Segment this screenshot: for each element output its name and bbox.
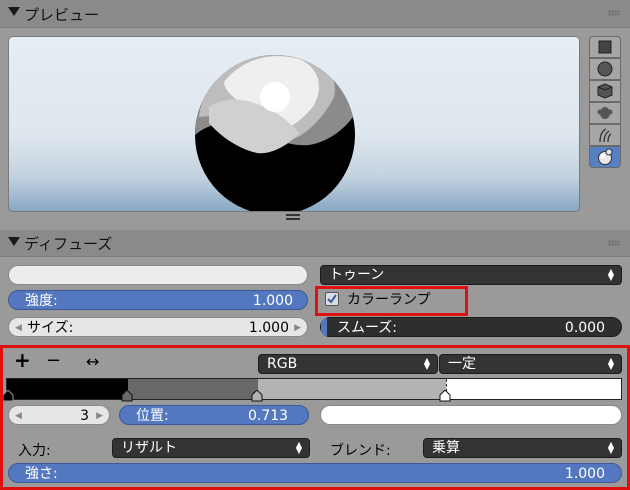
cube-icon [597, 83, 613, 99]
smooth-slider[interactable]: スムーズ: 0.000 [320, 317, 622, 337]
collapse-triangle-icon [8, 7, 20, 16]
material-preview [8, 36, 580, 212]
diffuse-shader-value: トゥーン [329, 267, 385, 283]
preview-resize-handle[interactable] [286, 214, 300, 220]
diffuse-shader-menu[interactable]: トゥーン ▲ ▼ [320, 265, 622, 285]
highlight-box-ramp-toggle [315, 286, 468, 316]
preview-monkey-button[interactable] [589, 102, 621, 124]
plane-icon [598, 40, 612, 54]
preview-sphere [195, 55, 355, 211]
diffuse-panel-header[interactable]: ディフューズ [0, 230, 630, 257]
intensity-slider[interactable]: 強度: 1.000 [8, 290, 308, 310]
intensity-value: 1.000 [252, 293, 293, 309]
preview-cube-button[interactable] [589, 80, 621, 102]
drag-grip-icon[interactable] [608, 240, 620, 246]
collapse-triangle-icon [8, 237, 20, 246]
preview-sky-sphere-button[interactable] [589, 146, 621, 168]
monkey-icon [597, 107, 613, 119]
hair-icon [599, 128, 612, 143]
highlight-box-color-ramp [0, 345, 630, 490]
sphere-sky-icon [598, 148, 613, 165]
preview-shape-toolbar [589, 36, 621, 170]
intensity-label: 強度: [25, 293, 58, 309]
drag-grip-icon[interactable] [608, 10, 620, 16]
preview-sphere-button[interactable] [589, 58, 621, 80]
increment-arrow-icon[interactable]: ▶ [294, 318, 301, 338]
size-label: サイズ: [27, 320, 74, 336]
smooth-value: 0.000 [564, 320, 605, 336]
smooth-label: スムーズ: [337, 320, 398, 336]
diffuse-color-swatch[interactable] [8, 265, 308, 285]
smooth-slider-fill [321, 318, 327, 336]
preview-hair-button[interactable] [589, 124, 621, 146]
preview-panel-header[interactable]: プレビュー [0, 0, 630, 28]
size-value: 1.000 [248, 320, 289, 336]
diffuse-panel-title: ディフューズ [24, 235, 113, 253]
preview-plane-button[interactable] [589, 36, 621, 58]
updown-arrows-icon: ▲ ▼ [607, 267, 615, 282]
decrement-arrow-icon[interactable]: ◀ [15, 318, 22, 338]
size-field[interactable]: ◀ サイズ: 1.000 ▶ [8, 317, 308, 337]
sphere-icon [597, 61, 613, 77]
preview-panel-title: プレビュー [24, 6, 100, 24]
